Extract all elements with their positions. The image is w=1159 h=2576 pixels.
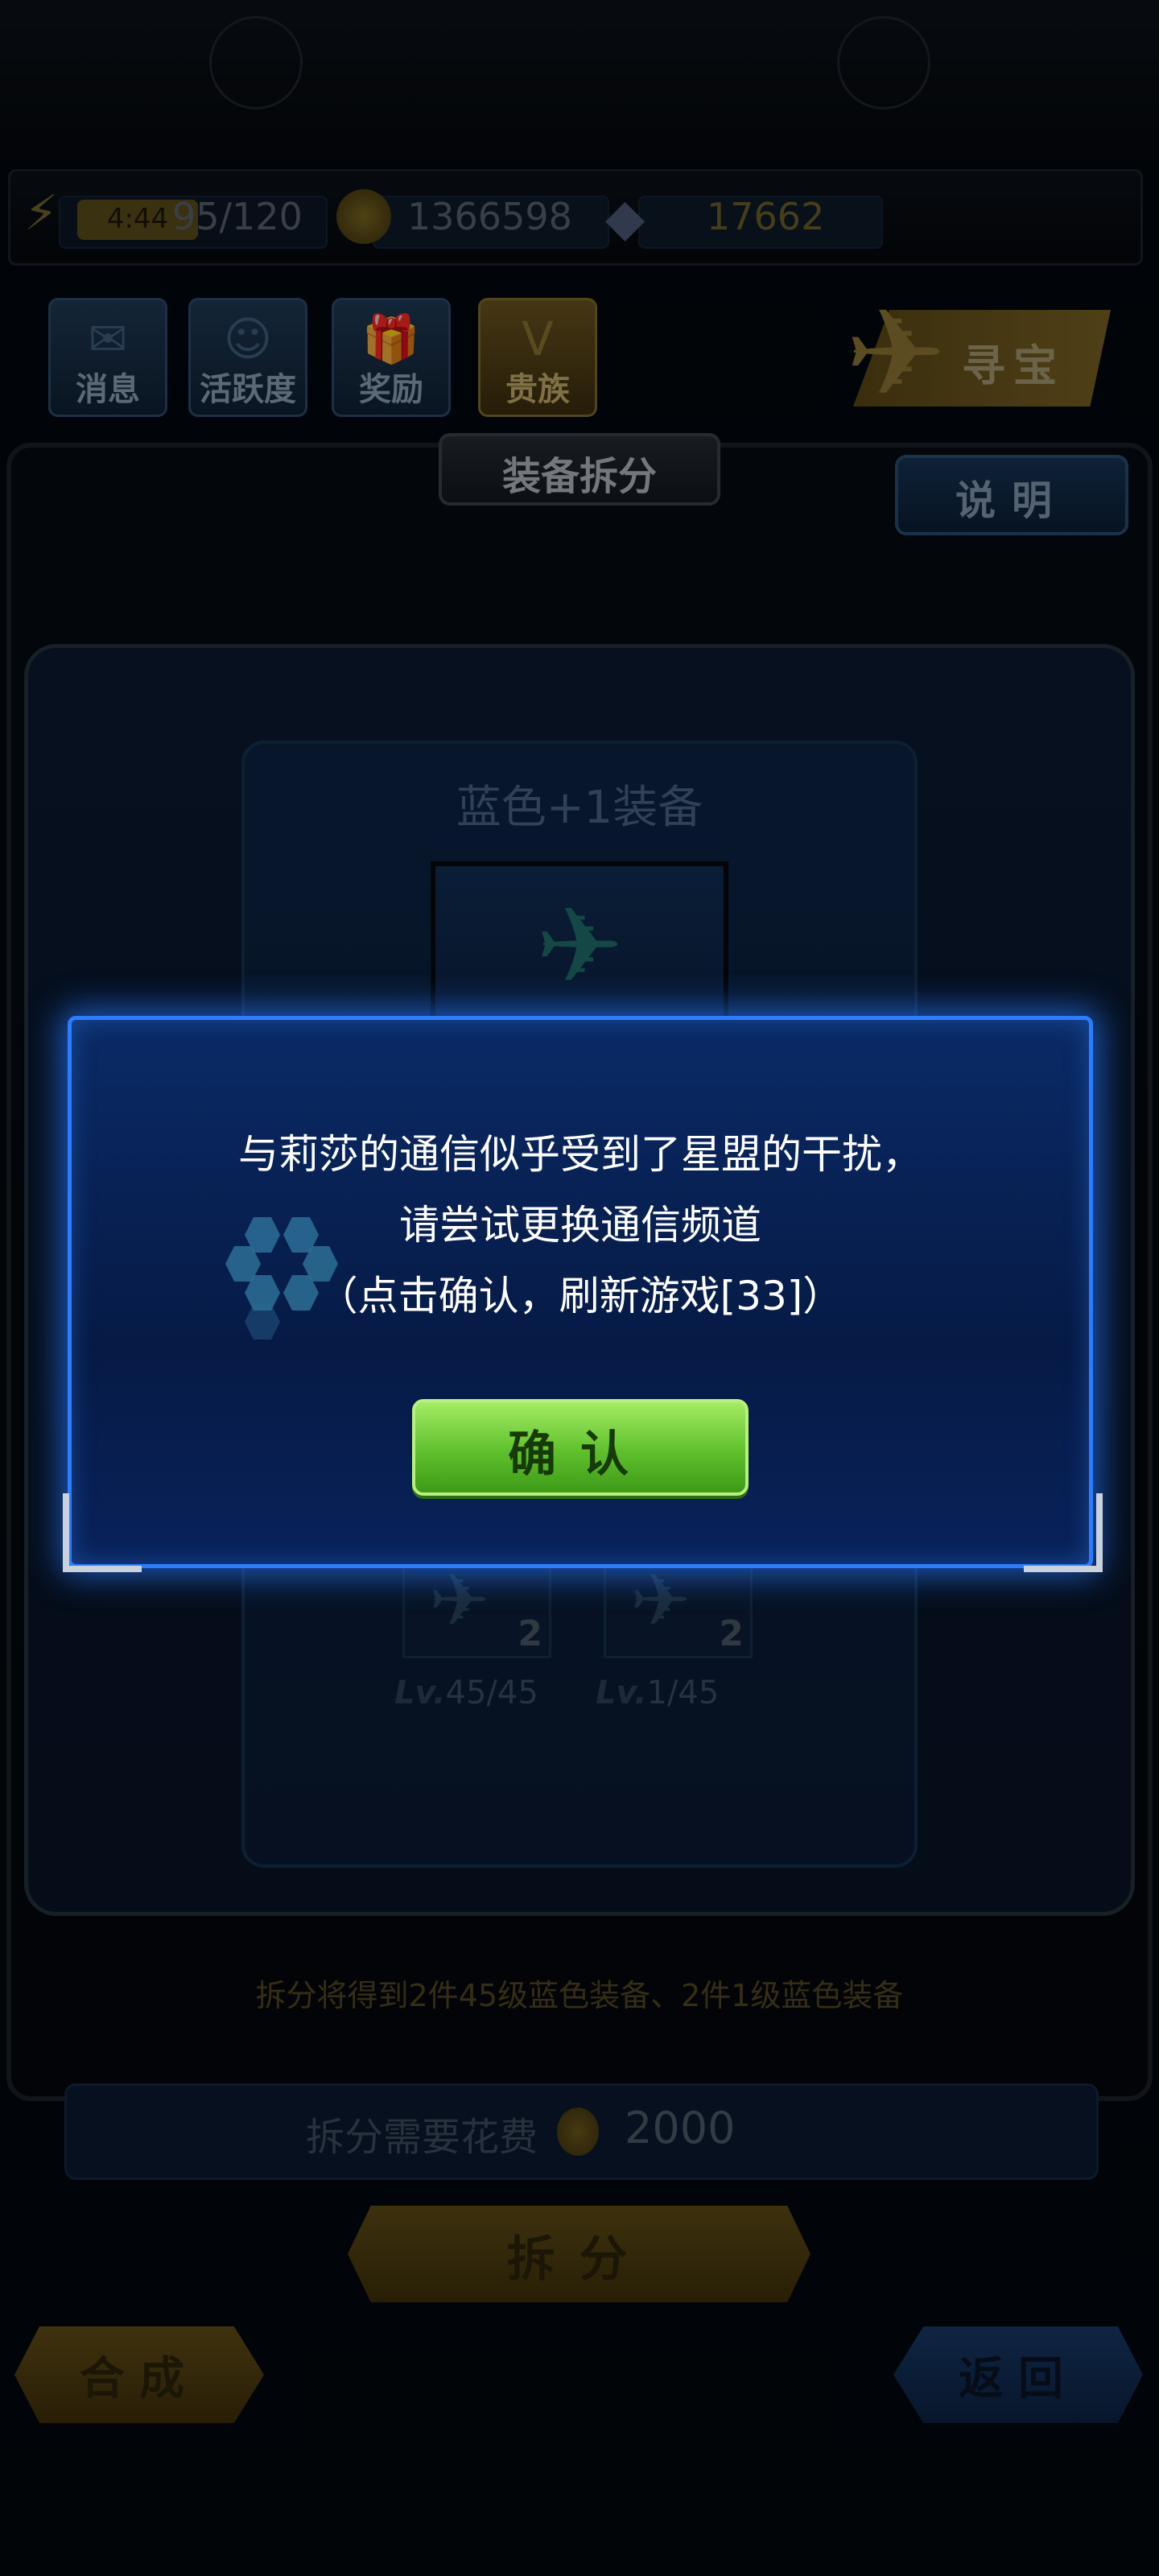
dialog-message-line: 与莉莎的通信似乎受到了星盟的干扰， bbox=[238, 1131, 922, 1178]
dialog-message: 与莉莎的通信似乎受到了星盟的干扰， 请尝试更换通信频道 （点击确认，刷新游戏[3… bbox=[68, 1119, 1093, 1331]
dialog-message-line: （点击确认，刷新游戏[33]） bbox=[317, 1273, 843, 1319]
dialog-corner-ornament bbox=[1024, 1493, 1103, 1572]
dialog-message-line: 请尝试更换通信频道 bbox=[399, 1202, 761, 1249]
dialog-corner-ornament bbox=[63, 1493, 142, 1572]
confirm-label: 确认 bbox=[508, 1426, 653, 1483]
